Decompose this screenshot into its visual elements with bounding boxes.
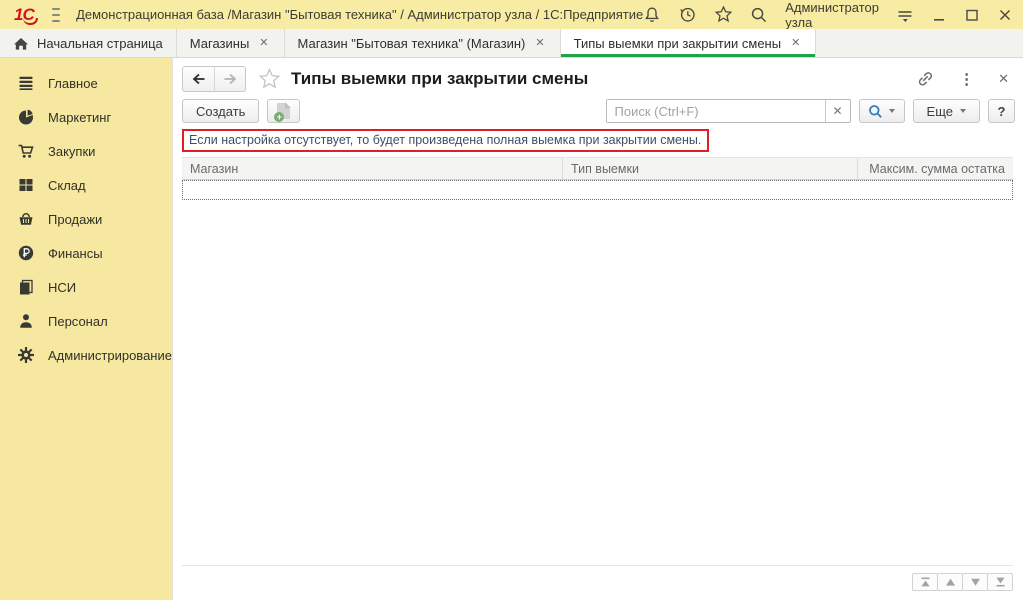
page-title: Типы выемки при закрытии смены xyxy=(291,69,588,89)
sidebar-item-purchases[interactable]: Закупки xyxy=(0,134,172,168)
get-link-icon[interactable] xyxy=(915,69,935,89)
list-toolbar: Создать + ✕ Еще ? xyxy=(182,98,1015,124)
basket-icon xyxy=(17,210,35,228)
table-body[interactable] xyxy=(182,180,1013,565)
search-icon xyxy=(868,104,883,119)
close-tab-icon[interactable]: ✕ xyxy=(257,36,270,51)
service-menu-icon[interactable] xyxy=(896,7,914,23)
favorites-star-icon[interactable] xyxy=(714,5,733,24)
global-search-icon[interactable] xyxy=(750,6,768,24)
add-to-favorites-star-icon[interactable] xyxy=(258,68,281,90)
home-icon xyxy=(13,36,29,51)
gear-icon xyxy=(17,346,35,364)
table-header-row: Магазин Тип выемки Максим. сумма остатка xyxy=(182,157,1013,180)
help-button[interactable]: ? xyxy=(988,99,1015,123)
more-menu-dots-icon[interactable]: ⋮ xyxy=(959,72,974,87)
chevron-down-icon xyxy=(889,109,895,113)
pie-chart-icon xyxy=(17,108,35,126)
open-windows-tabbar: Начальная страница Магазины ✕ Магазин "Б… xyxy=(0,29,1023,58)
go-up-button[interactable] xyxy=(937,573,963,591)
form-panel: Типы выемки при закрытии смены ⋮ ✕ Созда… xyxy=(172,58,1023,600)
more-actions-button[interactable]: Еще xyxy=(913,99,980,123)
current-row-cursor[interactable] xyxy=(182,180,1013,200)
create-group-button[interactable]: + xyxy=(267,99,300,123)
maximize-button[interactable] xyxy=(964,7,980,23)
list-lines-icon xyxy=(17,74,35,92)
cart-icon xyxy=(17,142,35,160)
close-window-button[interactable] xyxy=(997,7,1013,23)
sidebar-item-sales[interactable]: Продажи xyxy=(0,202,172,236)
search-field-group: ✕ xyxy=(606,99,851,123)
column-header-store[interactable]: Магазин xyxy=(182,158,563,179)
tab-stores[interactable]: Магазины ✕ xyxy=(177,29,285,57)
search-input[interactable] xyxy=(607,100,825,122)
grid-boxes-icon xyxy=(17,176,35,194)
back-button[interactable] xyxy=(183,67,214,91)
sections-sidebar: Главное Маркетинг Закупки Склад Продажи … xyxy=(0,58,172,600)
sidebar-item-nsi[interactable]: НСИ xyxy=(0,270,172,304)
chevron-down-icon xyxy=(960,109,966,113)
close-tab-icon[interactable]: ✕ xyxy=(533,36,546,51)
search-settings-button[interactable] xyxy=(859,99,905,123)
sidebar-item-personnel[interactable]: Персонал xyxy=(0,304,172,338)
history-nav-group xyxy=(182,66,246,92)
clear-search-icon[interactable]: ✕ xyxy=(825,100,850,122)
close-form-icon[interactable]: ✕ xyxy=(998,71,1009,87)
notifications-bell-icon[interactable] xyxy=(643,6,661,24)
column-header-removal-type[interactable]: Тип выемки xyxy=(563,158,858,179)
tab-home[interactable]: Начальная страница xyxy=(0,29,177,57)
column-header-max-balance[interactable]: Максим. сумма остатка xyxy=(858,158,1013,179)
main-menu-icon[interactable] xyxy=(52,8,60,22)
1c-logo: 1С xyxy=(14,5,34,25)
person-icon xyxy=(17,312,35,330)
tab-removal-types[interactable]: Типы выемки при закрытии смены ✕ xyxy=(561,29,817,57)
form-header: Типы выемки при закрытии смены ⋮ ✕ xyxy=(182,65,1015,93)
sidebar-item-marketing[interactable]: Маркетинг xyxy=(0,100,172,134)
close-tab-icon[interactable]: ✕ xyxy=(789,36,802,51)
go-first-button[interactable] xyxy=(912,573,938,591)
window-titlebar: 1С Демонстрационная база /Магазин "Бытов… xyxy=(0,0,1023,29)
list-navigation-buttons xyxy=(912,573,1013,591)
forward-button[interactable] xyxy=(214,67,245,91)
tab-store-appliances[interactable]: Магазин "Бытовая техника" (Магазин) ✕ xyxy=(285,29,561,57)
list-table: Магазин Тип выемки Максим. сумма остатка xyxy=(182,157,1013,566)
create-button[interactable]: Создать xyxy=(182,99,259,123)
minimize-button[interactable] xyxy=(931,7,947,23)
ruble-circle-icon xyxy=(17,244,35,262)
window-title: Демонстрационная база /Магазин "Бытовая … xyxy=(76,7,643,22)
go-last-button[interactable] xyxy=(987,573,1013,591)
hint-message-highlighted: Если настройка отсутствует, то будет про… xyxy=(182,129,709,152)
sidebar-item-warehouse[interactable]: Склад xyxy=(0,168,172,202)
sidebar-item-main[interactable]: Главное xyxy=(0,66,172,100)
history-icon[interactable] xyxy=(678,5,697,24)
current-user-menu[interactable]: Администратор узла xyxy=(785,0,879,30)
sidebar-item-finance[interactable]: Финансы xyxy=(0,236,172,270)
new-document-plus-icon: + xyxy=(277,103,290,119)
sidebar-item-administration[interactable]: Администрирование xyxy=(0,338,172,372)
go-down-button[interactable] xyxy=(962,573,988,591)
reference-books-icon xyxy=(17,278,35,296)
